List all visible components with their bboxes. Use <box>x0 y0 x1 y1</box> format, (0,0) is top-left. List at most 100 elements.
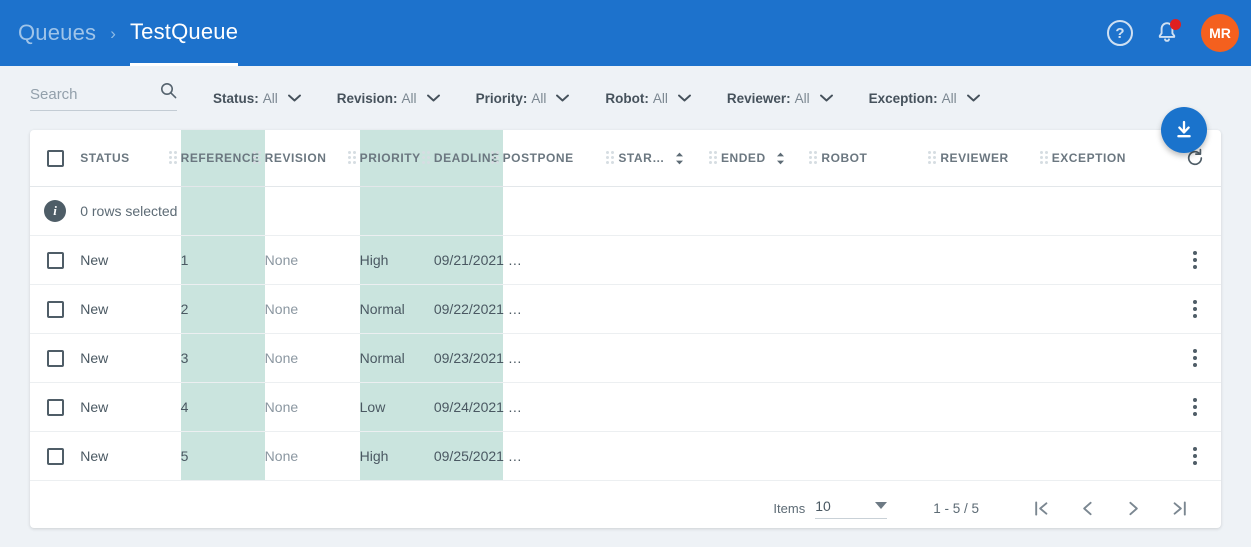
column-resize-grip[interactable] <box>490 151 499 165</box>
first-page-button[interactable] <box>1021 488 1061 528</box>
filter-status[interactable]: Status: All <box>213 89 301 107</box>
info-spacer-deadline <box>433 186 503 236</box>
column-resize-grip[interactable] <box>252 151 261 165</box>
column-header-revision[interactable]: REVISION <box>252 130 360 187</box>
pagination-controls <box>1021 488 1199 528</box>
row-checkbox[interactable] <box>46 398 64 416</box>
filter-reviewer[interactable]: Reviewer: All <box>727 89 833 107</box>
row-actions-menu-icon[interactable] <box>1193 398 1198 416</box>
cell-deadline: 09/21/2021 … <box>433 235 522 285</box>
column-header-ended-label: ENDED <box>720 151 766 165</box>
column-resize-grip[interactable] <box>809 151 818 165</box>
filter-robot[interactable]: Robot: All <box>605 89 691 107</box>
breadcrumb-current-queue[interactable]: TestQueue <box>129 19 239 66</box>
last-page-button[interactable] <box>1159 488 1199 528</box>
notifications-bell-icon[interactable] <box>1155 19 1181 46</box>
chevron-down-icon <box>819 89 833 107</box>
column-header-started[interactable]: STAR… <box>606 130 721 187</box>
search-input[interactable] <box>30 85 148 103</box>
next-page-button[interactable] <box>1113 488 1153 528</box>
sort-toggle-icon[interactable] <box>674 151 685 166</box>
row-actions-menu-icon[interactable] <box>1193 447 1198 465</box>
column-resize-grip[interactable] <box>928 151 937 165</box>
queue-items-table: STATUS REFERENCE REVISION PRIORITY DEADL <box>30 130 1221 481</box>
info-icon: i <box>44 200 67 222</box>
cell-ended <box>720 431 822 481</box>
row-checkbox[interactable] <box>46 349 64 367</box>
selection-info-row: i 0 rows selected <box>30 186 1221 236</box>
table-body: i 0 rows selected New 1 None High 09/21/… <box>30 186 1221 481</box>
cell-deadline-text: 09/25/2021 … <box>433 448 522 464</box>
cell-reference-text: 5 <box>180 448 189 464</box>
search-icon[interactable] <box>160 82 177 104</box>
column-resize-grip[interactable] <box>168 151 177 165</box>
filter-revision[interactable]: Revision: All <box>337 89 440 107</box>
table-row[interactable]: New 1 None High 09/21/2021 … <box>30 235 1221 285</box>
row-actions-menu-icon[interactable] <box>1193 251 1198 269</box>
cell-priority-text: Normal <box>359 350 405 366</box>
cell-reference: 4 <box>180 382 265 432</box>
cell-robot <box>821 284 941 334</box>
cell-revision-text: None <box>264 448 299 464</box>
column-resize-grip[interactable] <box>347 151 356 165</box>
breadcrumb-separator-icon: › <box>110 24 116 43</box>
cell-ended <box>720 235 822 285</box>
column-header-ended[interactable]: ENDED <box>708 130 822 187</box>
row-actions-menu-icon[interactable] <box>1193 349 1198 367</box>
column-header-exception[interactable]: EXCEPTION <box>1039 130 1170 187</box>
column-header-robot[interactable]: ROBOT <box>809 130 941 187</box>
cell-started <box>618 284 721 334</box>
avatar[interactable]: MR <box>1201 14 1239 52</box>
column-header-reviewer[interactable]: REVIEWER <box>928 130 1052 187</box>
row-checkbox[interactable] <box>46 300 64 318</box>
column-resize-grip[interactable] <box>421 151 430 165</box>
filter-toolbar: Status: All Revision: All Priority: All … <box>0 66 1251 130</box>
cell-started <box>618 431 721 481</box>
info-spacer-priority <box>359 186 434 236</box>
breadcrumb-queues-link[interactable]: Queues <box>18 20 96 66</box>
filter-exception-value: All <box>941 90 957 106</box>
download-button[interactable] <box>1161 107 1207 153</box>
cell-revision-text: None <box>264 350 299 366</box>
queue-items-card: STATUS REFERENCE REVISION PRIORITY DEADL <box>30 107 1221 528</box>
cell-reference: 2 <box>180 284 265 334</box>
chevron-down-icon <box>287 89 301 107</box>
search-field[interactable] <box>30 82 177 111</box>
table-row[interactable]: New 5 None High 09/25/2021 … <box>30 431 1221 481</box>
row-checkbox[interactable] <box>46 251 64 269</box>
table-row[interactable]: New 4 None Low 09/24/2021 … <box>30 382 1221 432</box>
filter-priority-value: All <box>531 90 547 106</box>
column-resize-grip[interactable] <box>708 151 717 165</box>
filter-status-value: All <box>262 90 278 106</box>
column-resize-grip[interactable] <box>1039 151 1048 165</box>
help-icon[interactable]: ? <box>1107 20 1133 46</box>
filter-reviewer-value: All <box>794 90 810 106</box>
row-actions-menu-icon[interactable] <box>1193 300 1198 318</box>
row-select-cell <box>30 431 81 481</box>
chevron-down-icon <box>426 89 440 107</box>
row-actions-cell <box>1169 333 1221 383</box>
filter-priority[interactable]: Priority: All <box>476 89 570 107</box>
column-header-postpone[interactable]: POSTPONE <box>490 130 619 187</box>
select-all-checkbox[interactable] <box>46 149 64 167</box>
row-checkbox[interactable] <box>46 447 64 465</box>
info-spacer-reference <box>180 186 265 236</box>
column-header-priority-label: PRIORITY <box>359 151 421 165</box>
info-spacer-robot <box>821 186 941 236</box>
column-header-revision-label: REVISION <box>264 151 327 165</box>
info-spacer-revision <box>264 186 360 236</box>
table-row[interactable]: New 3 None Normal 09/23/2021 … <box>30 333 1221 383</box>
cell-ended <box>720 382 822 432</box>
cell-exception <box>1051 284 1170 334</box>
filter-exception[interactable]: Exception: All <box>869 89 980 107</box>
cell-priority: Low <box>359 382 434 432</box>
column-header-status[interactable]: STATUS <box>80 130 181 187</box>
items-per-page-select[interactable]: 10 <box>815 498 888 519</box>
cell-reference: 1 <box>180 235 265 285</box>
cell-deadline: 09/25/2021 … <box>433 431 522 481</box>
table-row[interactable]: New 2 None Normal 09/22/2021 … <box>30 284 1221 334</box>
column-resize-grip[interactable] <box>606 151 615 165</box>
previous-page-button[interactable] <box>1067 488 1107 528</box>
cell-status-text: New <box>80 301 109 317</box>
sort-toggle-icon[interactable] <box>775 151 786 166</box>
